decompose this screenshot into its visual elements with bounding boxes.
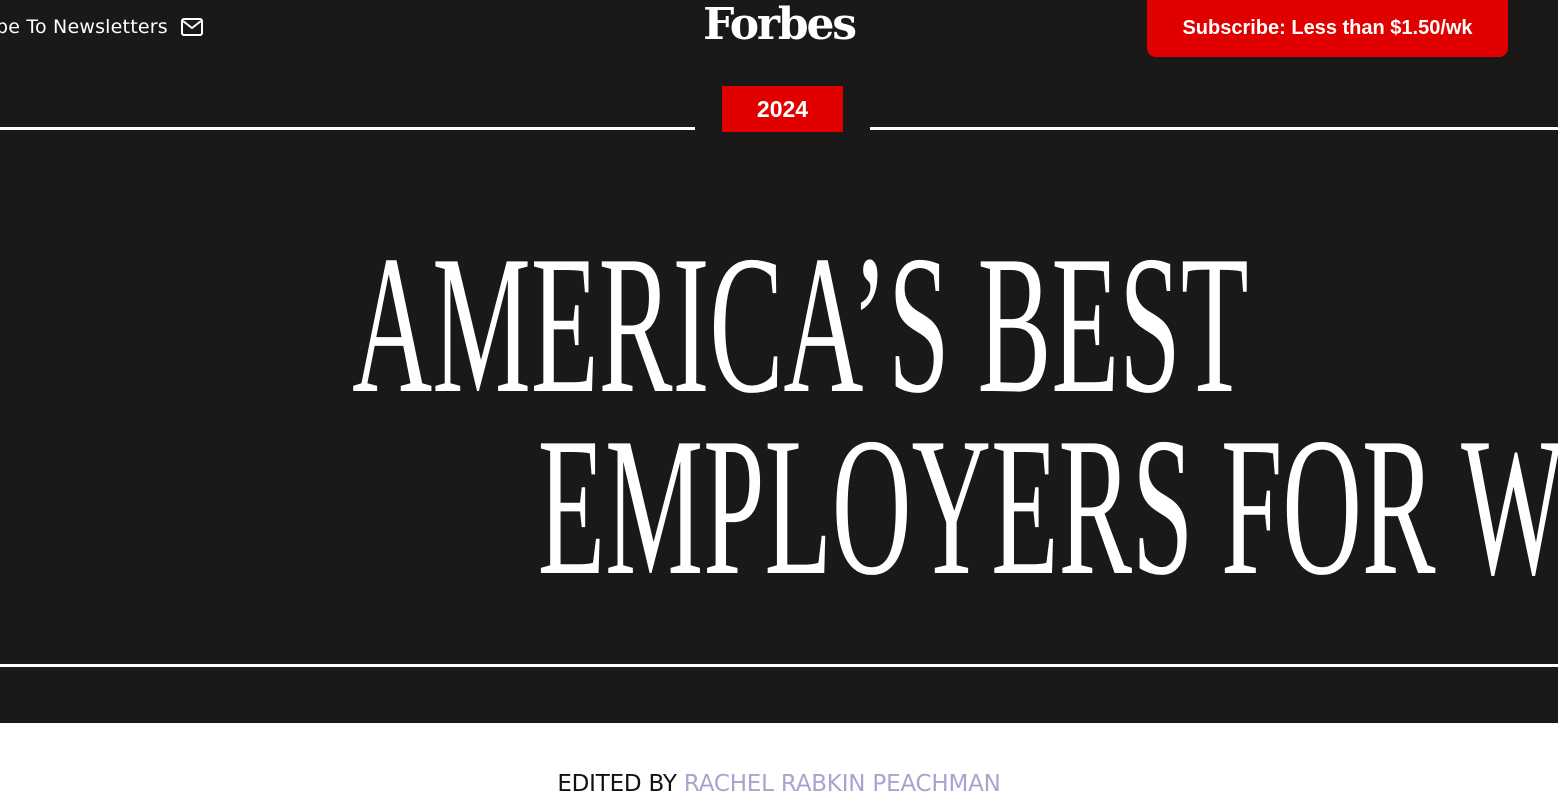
year-badge: 2024 [722,86,843,132]
byline-prefix: EDITED BY [557,771,677,794]
divider-bottom [0,664,1558,667]
headline-line-2-text: EMPLOYERS FOR WOMEN [537,397,1558,616]
page: be To Newsletters Forbes Subscribe: Less… [0,0,1558,794]
headline-line-1-text: AMERICA’S BEST [352,215,1249,434]
headline-line-1: AMERICA’S BEST [0,226,1558,424]
subscribe-button[interactable]: Subscribe: Less than $1.50/wk [1147,0,1508,57]
divider-left [0,127,695,130]
byline: EDITED BY RACHEL RABKIN PEACHMAN [0,769,1558,794]
subscribe-button-label: Subscribe: Less than $1.50/wk [1182,17,1473,39]
hero-banner: be To Newsletters Forbes Subscribe: Less… [0,0,1558,723]
divider-right [870,127,1558,130]
author-link[interactable]: RACHEL RABKIN PEACHMAN [684,771,1001,794]
headline-line-2: EMPLOYERS FOR WOMEN [0,408,1558,606]
logo-text: Forbes [703,0,857,50]
year-badge-label: 2024 [756,95,809,122]
